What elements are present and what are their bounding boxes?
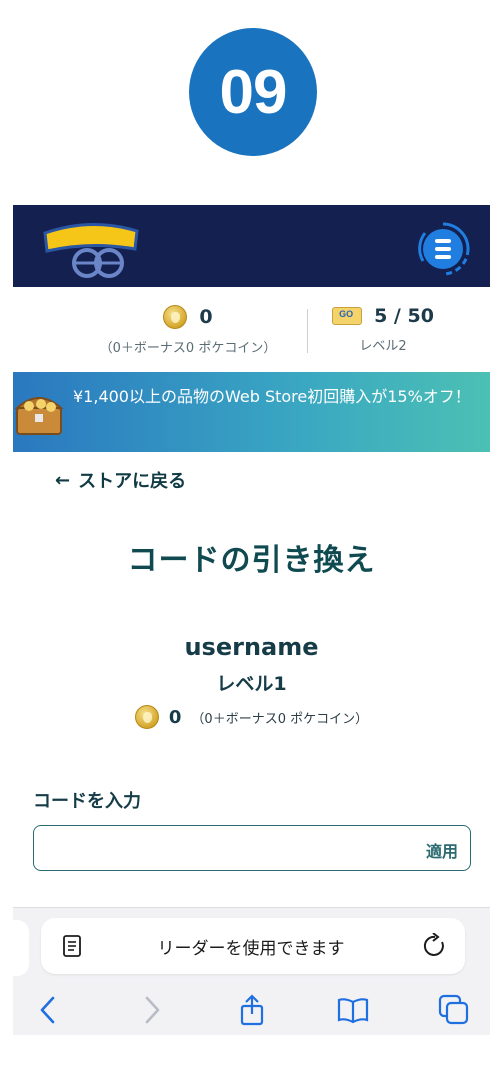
phone-screen: 0 （0＋ボーナス0 ポケコイン） 5 / 50 レベル2 ¥1,400以上の品… [13,205,490,1035]
treasure-chest-icon [14,397,64,435]
reader-icon[interactable] [63,935,81,957]
coin-detail: （0＋ボーナス0 ポケコイン） [99,341,277,356]
reload-icon[interactable] [423,933,447,959]
promo-text: ¥1,400以上の品物のWeb Store初回購入が15%オフ！ [73,387,471,406]
book-icon[interactable] [337,994,369,1026]
profile-coin-count: 0 [168,706,182,728]
coin-count: 0 [199,306,213,328]
storage-stat: 5 / 50 レベル2 [313,305,453,354]
tabs-icon[interactable] [438,994,470,1026]
code-input[interactable] [44,834,408,864]
code-input-label: コードを入力 [33,791,141,812]
currency-stats: 0 （0＋ボーナス0 ポケコイン） 5 / 50 レベル2 [13,287,490,373]
profile-coin-detail: （0＋ボーナス0 ポケコイン） [191,711,369,727]
site-header [13,205,490,287]
username: username [184,633,319,661]
coin-balance: 0 （0＋ボーナス0 ポケコイン） [73,305,303,356]
profile-balance: 0 （0＋ボーナス0 ポケコイン） [13,705,490,729]
menu-list-icon[interactable] [415,221,471,277]
apply-button[interactable]: 適用 [426,838,458,862]
step-number-badge: 09 [189,28,317,156]
share-icon[interactable] [236,994,268,1026]
address-text: リーダーを使用できます [157,939,345,959]
promo-banner[interactable]: ¥1,400以上の品物のWeb Store初回購入が15%オフ！ [13,372,490,452]
browser-bottom-bar: リーダーを使用できます [13,907,490,1035]
chevron-left-icon[interactable] [33,994,65,1026]
previous-tab-edge[interactable] [13,920,29,976]
storage-count: 5 / 50 [374,305,434,327]
pokecoin-icon [134,705,159,729]
item-storage-icon [332,307,363,325]
chevron-right-icon[interactable] [135,994,167,1026]
back-to-store-link[interactable]: ← ストアに戻る [55,467,186,493]
stats-divider [307,309,308,353]
browser-toolbar [13,988,490,1032]
arrow-left-icon: ← [55,469,71,491]
pokecoin-icon [163,305,188,329]
address-bar[interactable]: リーダーを使用できます [41,918,465,974]
back-link-label: ストアに戻る [78,471,187,492]
profile-level: レベル1 [216,673,287,695]
page-title: コードの引き換え [127,543,376,578]
player-level: レベル2 [359,339,407,354]
pokemon-go-logo[interactable] [41,219,141,279]
code-input-box: 適用 [33,825,471,871]
